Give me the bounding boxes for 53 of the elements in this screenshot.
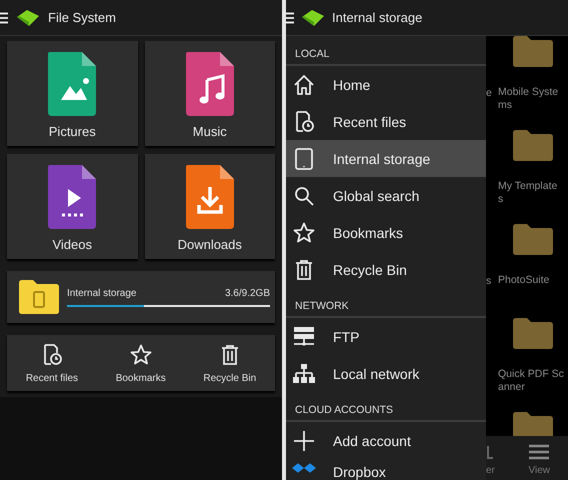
folder-icon [513,412,553,436]
folder-icon [513,130,553,161]
home-icon [292,72,316,96]
star-icon [128,342,153,366]
drawer-item[interactable]: FTP [286,318,486,355]
shortcut-button[interactable]: Recycle Bin [203,342,256,384]
logo-icon [300,8,326,28]
bottom-bar-button[interactable]: View [528,444,550,476]
bottom-bar-button[interactable]: er [486,444,495,476]
server-icon [292,324,316,348]
tile-label: Videos [52,237,92,252]
app-title: Internal storage [332,10,422,25]
tablet-icon [292,146,316,170]
folder-tablet-icon [19,280,59,314]
drawer-item[interactable]: Internal storage [286,140,486,177]
network-icon [292,362,316,386]
storage-usage: 3.6/9.2GB [224,288,270,298]
storage-name: Internal storage [67,288,136,298]
folder-icon [513,36,553,67]
folder-label[interactable]: Mobile Syste ms [498,86,558,112]
folder-label: s [486,275,492,288]
logo-icon [15,8,41,28]
shortcut-button[interactable]: Recent files [26,342,78,384]
folder-label: e [486,87,492,100]
folder-icon [513,318,553,349]
category-tile[interactable]: Downloads [144,154,275,259]
tile-label: Music [192,124,227,139]
menu-icon [0,12,8,24]
drawer-item[interactable]: Local network [286,355,486,392]
menu-icon [529,444,550,460]
drawer-item[interactable]: Recent files [286,103,486,140]
drawer-item[interactable]: Home [286,66,486,103]
category-tile[interactable]: Pictures [7,41,138,146]
folder-label[interactable]: My Template s [498,180,558,206]
category-tile[interactable]: Music [144,41,275,146]
storage-card[interactable]: Internal storage 3.6/9.2GB [7,271,275,323]
drawer-item[interactable]: Recycle Bin [286,251,486,288]
app-title: File System [48,10,116,25]
drawer-item[interactable]: Global search [286,177,486,214]
plus-icon [292,428,316,452]
star-icon [292,220,316,244]
drawer-item[interactable]: Bookmarks [286,214,486,251]
tile-label: Downloads [178,237,242,252]
menu-icon [286,12,294,24]
folder-label[interactable]: PhotoSuite [498,274,550,287]
dropbox-icon [292,463,316,473]
folder-label[interactable]: Quick PDF Sc anner [498,368,564,394]
folder-icon [513,224,553,255]
drawer-item[interactable]: Add account [286,422,486,459]
shortcut-button[interactable]: Bookmarks [116,342,166,384]
drawer-item[interactable]: Dropbox [286,459,486,480]
category-tile[interactable]: Videos [7,154,138,259]
tile-label: Pictures [48,124,96,139]
